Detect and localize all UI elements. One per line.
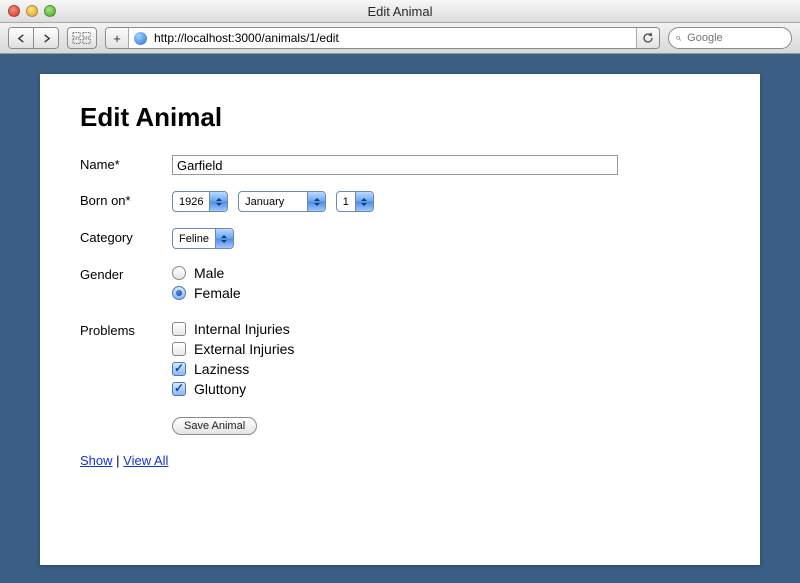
save-button[interactable]: Save Animal [172,417,257,435]
problem-laziness-checkbox[interactable] [172,362,186,376]
view-all-link[interactable]: View All [123,453,168,468]
problem-gluttony-label: Gluttony [194,381,246,397]
problem-internal-checkbox[interactable] [172,322,186,336]
page-content: Edit Animal Name* Born on* 1926 January … [40,74,760,565]
gender-label: Gender [80,265,172,282]
problem-external-label: External Injuries [194,341,294,357]
gender-female-option[interactable]: Female [172,285,720,301]
search-input[interactable] [685,31,800,45]
stepper-icon [355,192,373,211]
problem-laziness-label: Laziness [194,361,249,377]
gender-female-label: Female [194,285,241,301]
zoom-window-button[interactable] [44,5,56,17]
problem-internal-option[interactable]: Internal Injuries [172,321,720,337]
stepper-icon [209,192,227,211]
stepper-icon [215,229,233,248]
forward-button[interactable] [33,28,58,48]
toolbar: + ⌕ [0,23,800,54]
nav-buttons [8,27,59,49]
born-year-select[interactable]: 1926 [172,191,228,212]
category-value: Feline [173,229,215,248]
name-label: Name* [80,155,172,172]
viewport: Edit Animal Name* Born on* 1926 January … [0,54,800,583]
problem-external-option[interactable]: External Injuries [172,341,720,357]
traffic-lights [8,5,56,17]
stepper-icon [307,192,325,211]
reload-button[interactable] [636,28,659,48]
minimize-window-button[interactable] [26,5,38,17]
problem-internal-label: Internal Injuries [194,321,290,337]
browser-window: Edit Animal + ⌕ Edit [0,0,800,583]
born-month-select[interactable]: January [238,191,326,212]
problems-label: Problems [80,321,172,338]
footer-links: Show | View All [80,453,720,468]
toolbar-tabexpose-button[interactable] [67,27,97,49]
problem-external-checkbox[interactable] [172,342,186,356]
name-input[interactable] [172,155,618,175]
back-button[interactable] [9,28,33,48]
row-problems: Problems Internal Injuries External Inju… [80,321,720,401]
titlebar: Edit Animal [0,0,800,23]
category-select[interactable]: Feline [172,228,234,249]
gender-male-label: Male [194,265,224,281]
problem-gluttony-option[interactable]: Gluttony [172,381,720,397]
search-icon: ⌕ [675,32,681,45]
born-day-value: 1 [337,192,355,211]
gender-male-radio[interactable] [172,266,186,280]
page-heading: Edit Animal [80,102,720,133]
row-category: Category Feline [80,228,720,249]
problem-laziness-option[interactable]: Laziness [172,361,720,377]
born-year-value: 1926 [173,192,209,211]
problem-gluttony-checkbox[interactable] [172,382,186,396]
gender-male-option[interactable]: Male [172,265,720,281]
add-bookmark-button[interactable]: + [106,28,129,48]
born-on-label: Born on* [80,191,172,208]
url-input[interactable] [152,30,636,46]
row-born-on: Born on* 1926 January 1 [80,191,720,212]
address-bar: + [105,27,660,49]
born-day-select[interactable]: 1 [336,191,374,212]
gender-female-radio[interactable] [172,286,186,300]
row-gender: Gender Male Female [80,265,720,305]
window-title: Edit Animal [0,4,800,19]
site-favicon-icon [134,32,147,45]
born-month-value: January [239,192,307,211]
show-link[interactable]: Show [80,453,113,468]
category-label: Category [80,228,172,245]
row-submit: Save Animal [80,417,720,435]
close-window-button[interactable] [8,5,20,17]
row-name: Name* [80,155,720,175]
search-field[interactable]: ⌕ [668,27,792,49]
